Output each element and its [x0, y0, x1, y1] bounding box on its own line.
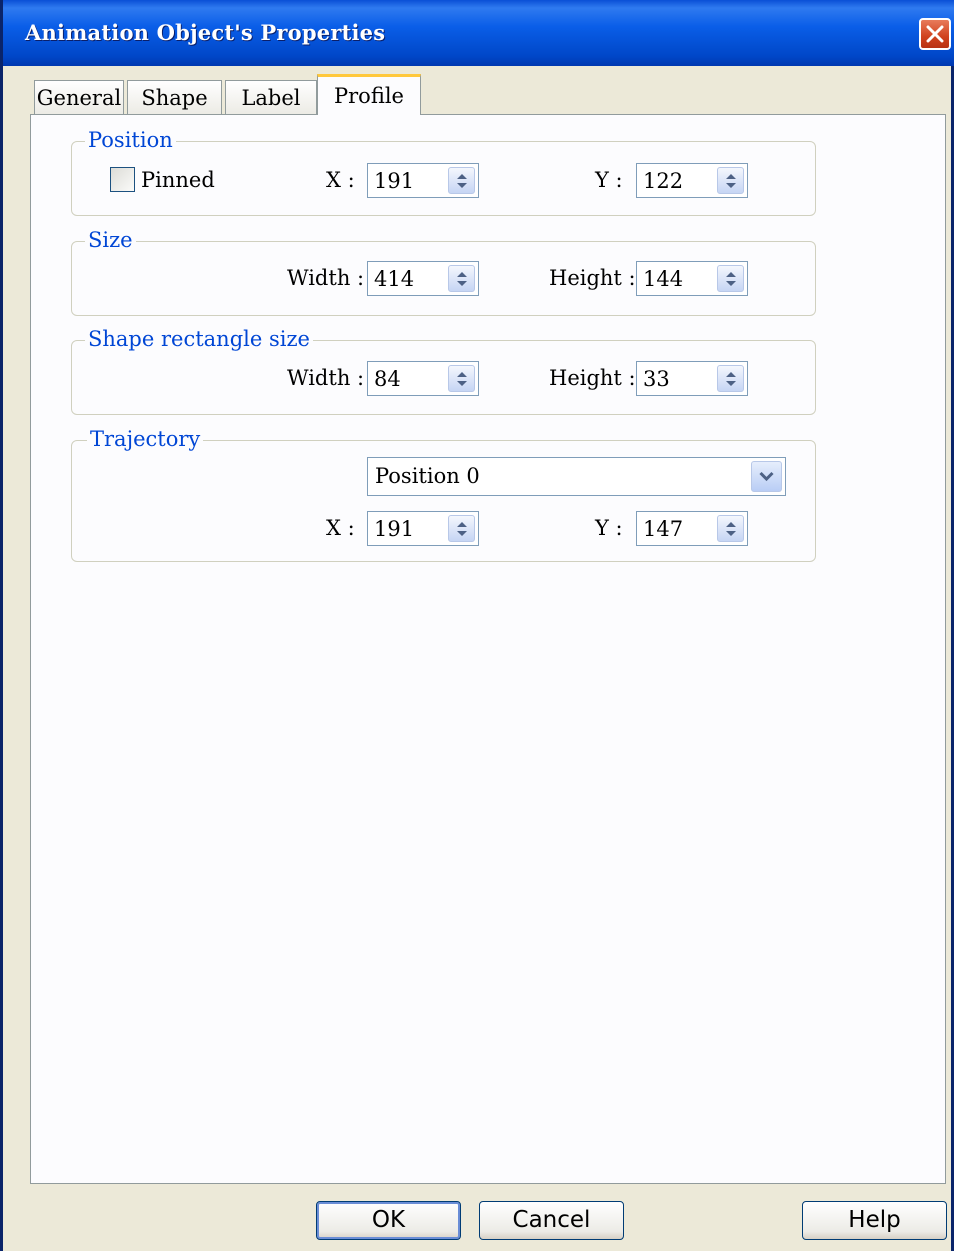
trajectory-y-spin-button[interactable]: [717, 515, 744, 542]
position-group-title: Position: [85, 128, 176, 152]
updown-arrows-icon: [726, 372, 736, 386]
shape-rect-height-value[interactable]: 33: [643, 365, 670, 393]
shape-rect-group-title: Shape rectangle size: [85, 327, 313, 351]
trajectory-x-label: X :: [326, 516, 355, 540]
updown-arrows-icon: [457, 522, 467, 536]
shape-rect-width-spin-button[interactable]: [448, 365, 475, 392]
updown-arrows-icon: [726, 522, 736, 536]
cancel-button[interactable]: Cancel: [479, 1201, 624, 1240]
position-x-spin-button[interactable]: [448, 167, 475, 194]
updown-arrows-icon: [726, 272, 736, 286]
position-x-value[interactable]: 191: [374, 167, 414, 195]
trajectory-x-spin-button[interactable]: [448, 515, 475, 542]
position-y-spin-button[interactable]: [717, 167, 744, 194]
trajectory-x-value[interactable]: 191: [374, 515, 414, 543]
trajectory-selected-value: Position 0: [375, 464, 480, 488]
updown-arrows-icon: [457, 272, 467, 286]
pinned-label: Pinned: [141, 168, 215, 192]
chevron-down-icon: [759, 471, 774, 482]
trajectory-y-value[interactable]: 147: [643, 515, 683, 543]
size-width-value[interactable]: 414: [374, 265, 414, 293]
trajectory-group-title: Trajectory: [87, 427, 204, 451]
size-width-label: Width :: [287, 266, 365, 290]
tab-profile[interactable]: Profile: [317, 74, 421, 115]
shape-rect-width-label: Width :: [287, 366, 365, 390]
trajectory-y-stepper[interactable]: 147: [636, 511, 748, 546]
window-title: Animation Object's Properties: [25, 20, 386, 45]
size-height-value[interactable]: 144: [643, 265, 683, 293]
size-height-label: Height :: [549, 266, 636, 290]
size-height-stepper[interactable]: 144: [636, 261, 748, 296]
position-y-value[interactable]: 122: [643, 167, 683, 195]
trajectory-y-label: Y :: [595, 516, 623, 540]
close-button[interactable]: [919, 18, 951, 50]
shape-rect-height-spin-button[interactable]: [717, 365, 744, 392]
shape-rect-height-label: Height :: [549, 366, 636, 390]
properties-dialog: Animation Object's Properties General Sh…: [0, 0, 954, 1251]
shape-rect-height-stepper[interactable]: 33: [636, 361, 748, 396]
position-y-stepper[interactable]: 122: [636, 163, 748, 198]
size-group-title: Size: [85, 228, 136, 252]
help-button[interactable]: Help: [802, 1201, 947, 1240]
position-x-label: X :: [326, 168, 355, 192]
dropdown-button[interactable]: [751, 461, 782, 492]
size-width-spin-button[interactable]: [448, 265, 475, 292]
pinned-checkbox[interactable]: [110, 167, 135, 192]
position-y-label: Y :: [595, 168, 623, 192]
ok-button[interactable]: OK: [316, 1201, 461, 1240]
close-icon: [926, 25, 944, 43]
tab-general[interactable]: General: [34, 80, 124, 114]
updown-arrows-icon: [457, 372, 467, 386]
trajectory-position-dropdown[interactable]: Position 0: [367, 457, 786, 496]
position-x-stepper[interactable]: 191: [367, 163, 479, 198]
tab-label[interactable]: Label: [225, 80, 317, 114]
size-height-spin-button[interactable]: [717, 265, 744, 292]
updown-arrows-icon: [457, 174, 467, 188]
updown-arrows-icon: [726, 174, 736, 188]
trajectory-x-stepper[interactable]: 191: [367, 511, 479, 546]
title-bar[interactable]: Animation Object's Properties: [3, 0, 954, 66]
tab-shape[interactable]: Shape: [127, 80, 222, 114]
shape-rect-width-stepper[interactable]: 84: [367, 361, 479, 396]
shape-rect-width-value[interactable]: 84: [374, 365, 401, 393]
size-width-stepper[interactable]: 414: [367, 261, 479, 296]
